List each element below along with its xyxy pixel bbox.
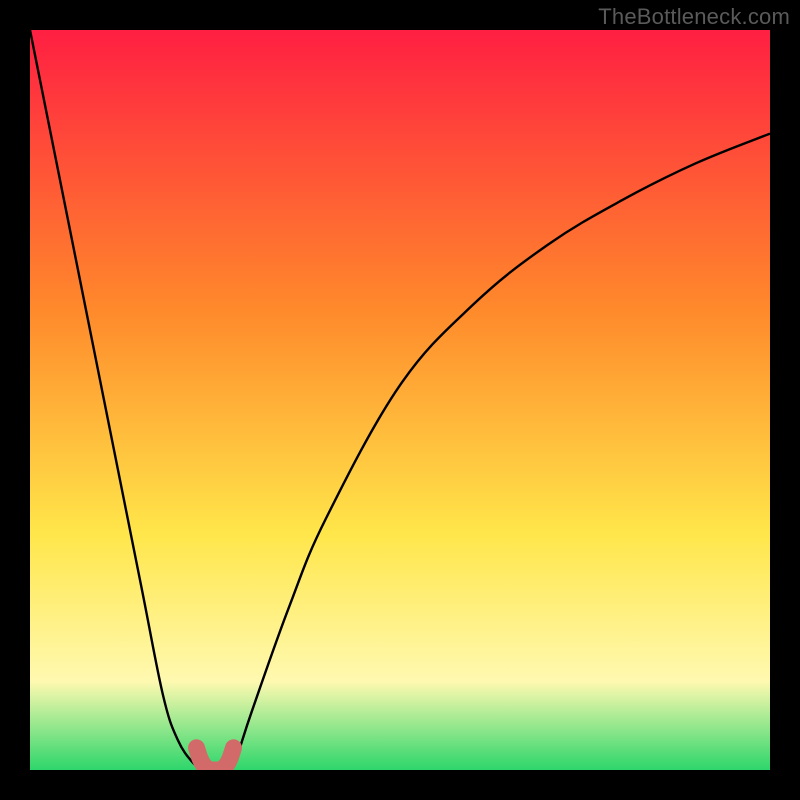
gradient-bg [30,30,770,770]
plot-area [30,30,770,770]
chart-frame: TheBottleneck.com [0,0,800,800]
chart-svg [30,30,770,770]
watermark-text: TheBottleneck.com [598,4,790,30]
